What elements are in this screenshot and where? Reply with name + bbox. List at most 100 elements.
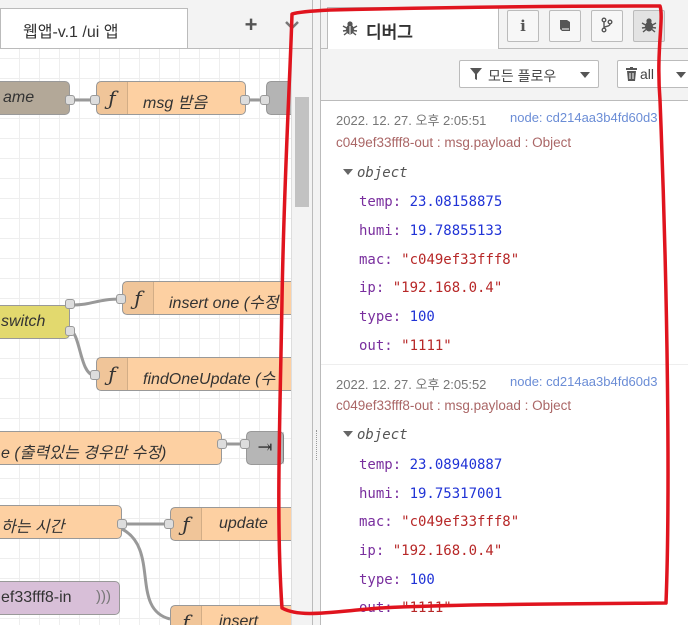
mqtt-in-node[interactable]: ef33fff8-in ))) [0,581,120,615]
debug-sidebar: 디버그 i 모든 플로우 all 2022. 12. 27. 오후 2:05:5… [321,0,688,625]
node-input-port[interactable] [240,439,250,449]
debug-message: 2022. 12. 27. 오후 2:05:51 node: cd214aa3b… [321,101,688,365]
info-button[interactable]: i [507,10,539,42]
flow-canvas[interactable]: ame ƒ msg 받음 switch ƒ insert one (수정 ƒ f… [0,49,291,625]
clear-messages-button[interactable]: all [617,60,688,88]
node-label: 하는 시간 [1,519,65,536]
chevron-down-icon [676,72,686,78]
context-button[interactable] [591,10,623,42]
payload-property: temp: 23.08158875 [359,194,503,210]
node-label: switch [1,313,46,330]
debug-message: 2022. 12. 27. 오후 2:05:52 node: cd214aa3b… [321,364,688,625]
drag-handle-icon[interactable] [316,430,319,460]
filter-icon [470,67,482,84]
payload-property: type: 100 [359,309,435,325]
node-output-port[interactable] [65,299,75,309]
function-node[interactable]: ƒ insert [170,605,291,625]
message-topic: c049ef33fff8-out : msg.payload : Object [336,398,572,413]
payload-property: type: 100 [359,572,435,588]
object-toggle[interactable]: object [343,165,408,181]
function-node[interactable]: e (출력있는 경우만 수정) [0,431,222,465]
node-output-port[interactable] [240,95,250,105]
filter-label: 모든 플로우 [488,68,557,84]
caret-down-icon [343,169,353,175]
scrollbar-thumb[interactable] [295,97,309,207]
node-input-port[interactable] [164,519,174,529]
bug-icon [342,20,358,39]
message-node-link[interactable]: node: cd214aa3b4fd60d3 [510,110,657,125]
message-timestamp: 2022. 12. 27. 오후 2:05:52 [336,377,487,392]
canvas-scrollbar[interactable] [291,49,312,625]
filter-flows-button[interactable]: 모든 플로우 [459,60,599,88]
payload-property: humi: 19.75317001 [359,486,503,502]
tab-debug[interactable]: 디버그 [327,7,499,49]
sidebar-header: 디버그 i [321,0,688,49]
chevron-down-icon[interactable] [282,16,302,34]
sidebar-tab-title: 디버그 [366,23,413,42]
flow-workspace: 웹앱-v.1 /ui 앱 + ame ƒ msg 받음 switch ƒ ins… [0,0,312,625]
node-input-port[interactable] [90,370,100,380]
node-output-port[interactable] [65,326,75,336]
switch-node[interactable]: switch [0,305,70,339]
wifi-icon: ))) [96,588,111,605]
node-label: insert one (수정 [169,295,279,312]
payload-property: mac: "c049ef33fff8" [359,252,520,268]
function-node[interactable]: ƒ update [170,507,291,541]
object-type-label: object [357,165,408,181]
payload-property: temp: 23.08940887 [359,457,503,473]
function-icon: ƒ [97,82,128,114]
payload-property: ip: "192.168.0.4" [359,543,503,559]
node-output-port[interactable] [65,95,75,105]
function-icon: ƒ [171,508,202,540]
link-icon: ⇥ [247,432,284,464]
workspace-tab-bar: 웹앱-v.1 /ui 앱 + [0,0,312,49]
caret-down-icon [343,431,353,437]
payload-property: out: "1111" [359,338,452,354]
object-type-label: object [357,427,408,443]
clear-label: all [640,66,655,82]
flow-tab[interactable]: 웹앱-v.1 /ui 앱 [0,8,188,48]
message-timestamp: 2022. 12. 27. 오후 2:05:51 [336,113,487,128]
node-label: insert [219,613,259,625]
debug-button[interactable] [633,10,665,42]
function-node[interactable]: ƒ findOneUpdate (수 [96,357,291,391]
help-button[interactable] [549,10,581,42]
trash-icon [626,67,637,84]
node-label: ame [3,89,35,106]
function-node[interactable]: ƒ msg 받음 [96,81,246,115]
branch-icon [600,17,614,34]
debug-message-list[interactable]: 2022. 12. 27. 오후 2:05:51 node: cd214aa3b… [321,101,688,625]
bug-icon [641,17,657,34]
node-label: ef33fff8-in [1,589,72,606]
function-icon: ƒ [171,606,202,625]
payload-property: ip: "192.168.0.4" [359,280,503,296]
flow-node[interactable]: ame [0,81,70,115]
function-icon: ƒ [123,282,154,314]
link-node[interactable]: ⇥ [246,431,284,465]
flow-tab-label: 웹앱-v.1 /ui 앱 [23,24,119,41]
info-icon: i [520,17,526,35]
message-topic: c049ef33fff8-out : msg.payload : Object [336,135,572,150]
node-input-port[interactable] [116,294,126,304]
node-label: msg 받음 [143,95,208,112]
node-input-port[interactable] [90,95,100,105]
function-icon: ƒ [97,358,128,390]
sidebar-splitter[interactable] [312,0,321,625]
node-input-port[interactable] [260,95,270,105]
function-node[interactable]: ƒ insert one (수정 [122,281,291,315]
function-node[interactable]: 하는 시간 [0,505,122,539]
chevron-down-icon [580,72,590,78]
node-output-port[interactable] [117,519,127,529]
object-toggle[interactable]: object [343,427,408,443]
payload-property: mac: "c049ef33fff8" [359,514,520,530]
node-output-port[interactable] [217,439,227,449]
payload-property: out: "1111" [359,600,452,616]
debug-toolbar: 모든 플로우 all [321,49,688,101]
output-icon [267,82,291,114]
message-node-link[interactable]: node: cd214aa3b4fd60d3 [510,374,657,389]
node-label: findOneUpdate (수 [143,371,276,388]
node-label: e (출력있는 경우만 수정) [1,445,167,462]
node-label: update [219,515,268,532]
book-icon [558,17,572,34]
add-flow-button[interactable]: + [238,12,264,38]
